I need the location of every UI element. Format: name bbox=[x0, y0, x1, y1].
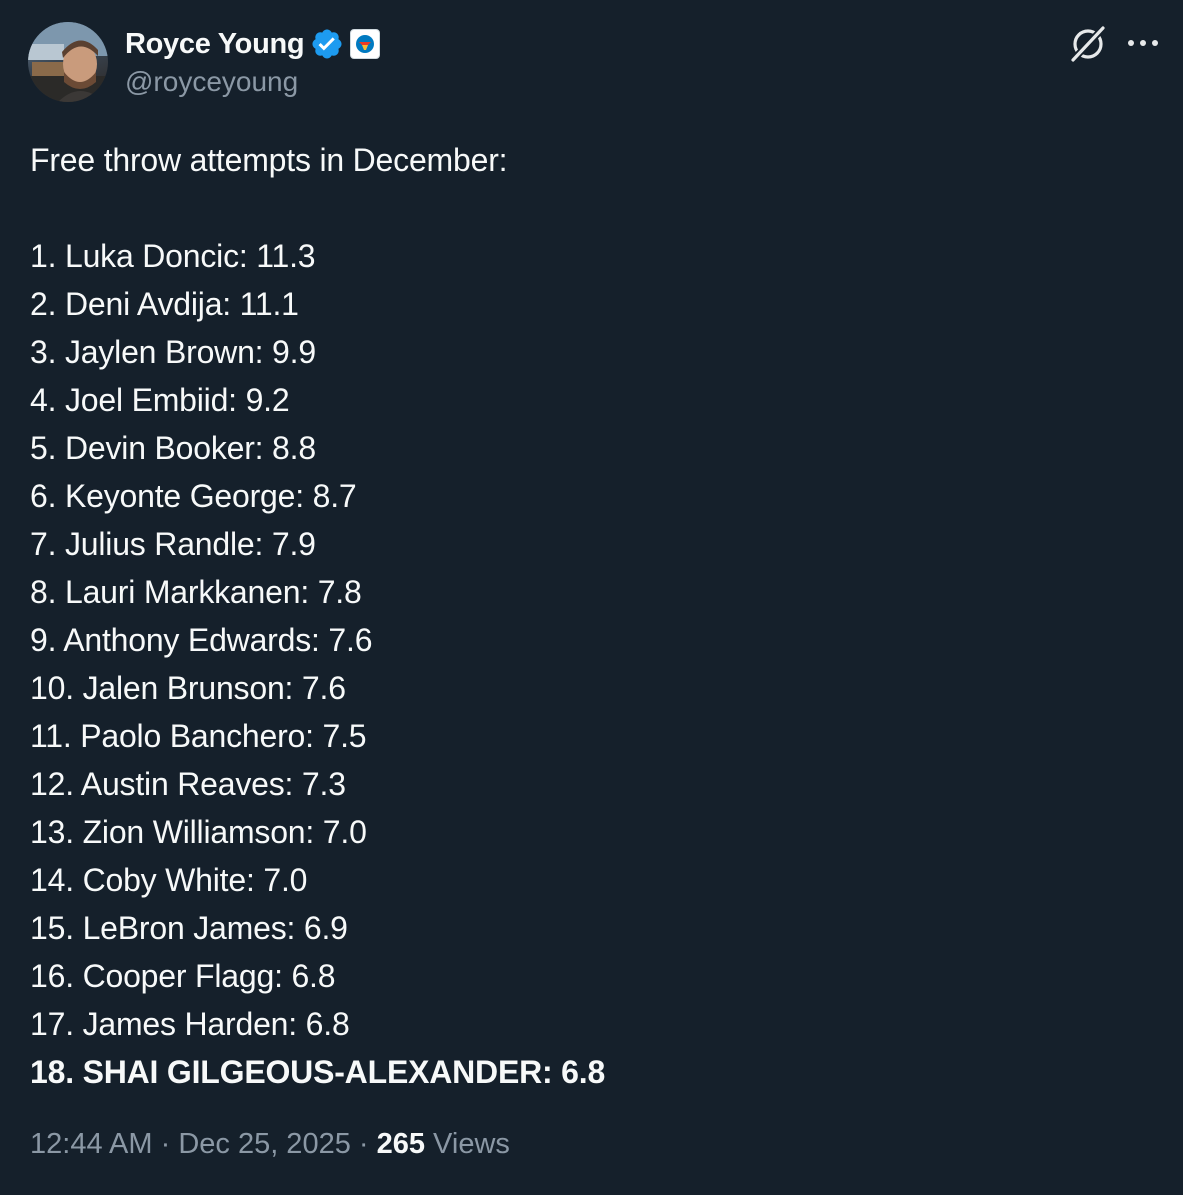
list-item: 11. Paolo Banchero: 7.5 bbox=[30, 718, 367, 754]
list-item: 5. Devin Booker: 8.8 bbox=[30, 430, 316, 466]
list-item: 12. Austin Reaves: 7.3 bbox=[30, 766, 346, 802]
list-item: 6. Keyonte George: 8.7 bbox=[30, 478, 357, 514]
avatar[interactable] bbox=[28, 22, 108, 102]
list-item: 10. Jalen Brunson: 7.6 bbox=[30, 670, 346, 706]
tweet-body: Free throw attempts in December: 1. Luka… bbox=[30, 136, 1150, 1096]
views-label: Views bbox=[425, 1128, 510, 1160]
list-item: 17. James Harden: 6.8 bbox=[30, 1006, 350, 1042]
list-item: 9. Anthony Edwards: 7.6 bbox=[30, 622, 373, 658]
list-item: 18. SHAI GILGEOUS-ALEXANDER: 6.8 bbox=[30, 1054, 606, 1090]
grok-icon[interactable] bbox=[1066, 22, 1110, 66]
tweet-time[interactable]: 12:44 AM bbox=[30, 1128, 153, 1160]
author-name-row: Royce Young bbox=[125, 24, 381, 64]
meta-separator: · bbox=[152, 1128, 179, 1160]
author-handle[interactable]: @royceyoung bbox=[125, 66, 298, 98]
thunder-logo-icon bbox=[356, 35, 375, 53]
tweet-date[interactable]: Dec 25, 2025 bbox=[178, 1128, 351, 1160]
tweet-intro: Free throw attempts in December: bbox=[30, 142, 508, 178]
list-item: 2. Deni Avdija: 11.1 bbox=[30, 286, 299, 322]
views-count: 265 bbox=[376, 1128, 425, 1160]
list-item: 8. Lauri Markkanen: 7.8 bbox=[30, 574, 362, 610]
list-item: 15. LeBron James: 6.9 bbox=[30, 910, 348, 946]
list-item: 1. Luka Doncic: 11.3 bbox=[30, 238, 316, 274]
list-item: 7. Julius Randle: 7.9 bbox=[30, 526, 316, 562]
list-item: 3. Jaylen Brown: 9.9 bbox=[30, 334, 316, 370]
profile-photo bbox=[28, 22, 108, 102]
free-throw-list: 1. Luka Doncic: 11.3 2. Deni Avdija: 11.1… bbox=[30, 232, 1150, 1096]
affiliation-badge[interactable] bbox=[350, 29, 381, 59]
verified-badge-icon[interactable] bbox=[310, 27, 344, 61]
tweet-meta: 12:44 AM · Dec 25, 2025 · 265 Views bbox=[30, 1128, 510, 1161]
more-options-icon[interactable] bbox=[1122, 28, 1164, 58]
author-display-name[interactable]: Royce Young bbox=[125, 28, 305, 61]
list-item: 4. Joel Embiid: 9.2 bbox=[30, 382, 290, 418]
list-item: 13. Zion Williamson: 7.0 bbox=[30, 814, 367, 850]
list-item: 16. Cooper Flagg: 6.8 bbox=[30, 958, 336, 994]
list-item: 14. Coby White: 7.0 bbox=[30, 862, 308, 898]
meta-separator: · bbox=[350, 1128, 377, 1160]
